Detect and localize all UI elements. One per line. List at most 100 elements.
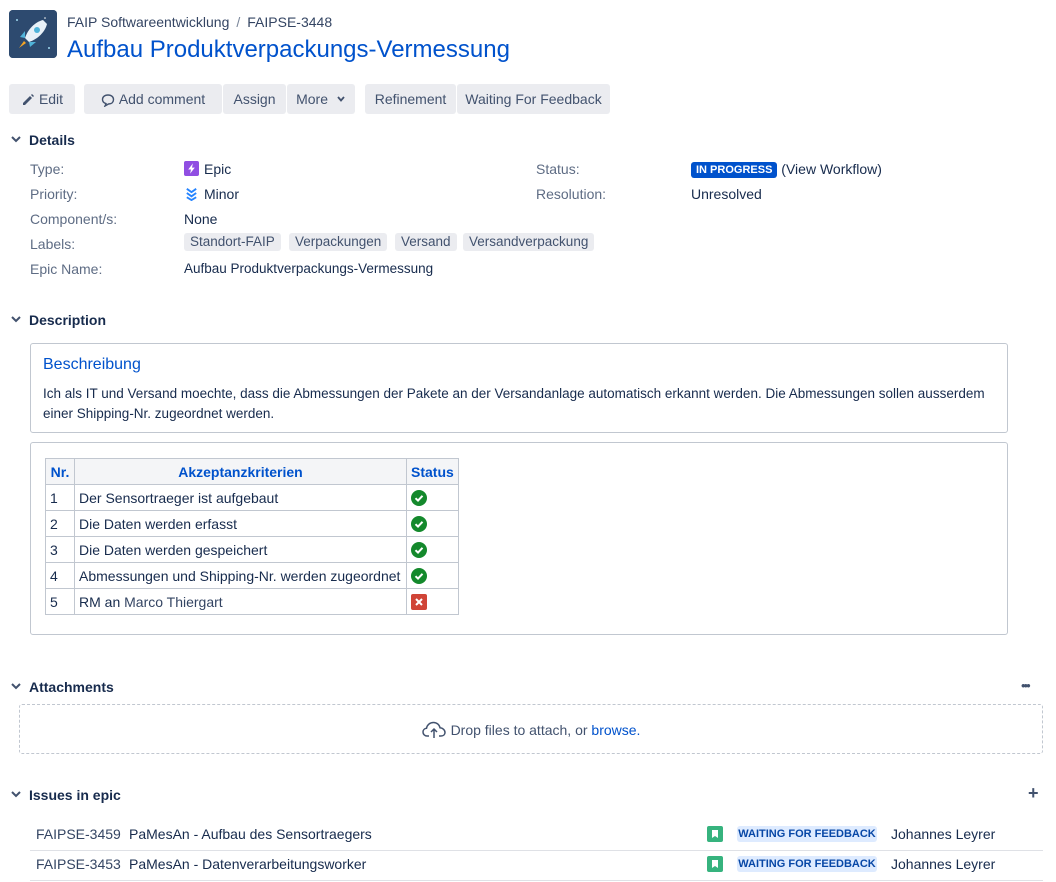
attachments-heading: Attachments [29, 679, 114, 695]
breadcrumb-issue-key[interactable]: FAIPSE-3448 [247, 14, 332, 30]
row-criterion: Abmessungen und Shipping-Nr. werden zuge… [74, 562, 407, 589]
breadcrumb: FAIP Softwareentwicklung / FAIPSE-3448 [67, 14, 332, 30]
status-label: Status: [536, 161, 580, 177]
component-label: Component/s: [30, 211, 118, 227]
resolution-label: Resolution: [536, 186, 607, 202]
description-heading: Description [29, 312, 107, 328]
list-item[interactable]: FAIPSE-3459 PaMesAn - Aufbau des Sensort… [30, 820, 1043, 851]
edit-label: Edit [38, 91, 64, 107]
priority-text: Minor [204, 186, 240, 202]
breadcrumb-separator: / [236, 14, 241, 30]
more-button[interactable]: More [287, 84, 355, 114]
issues-in-epic-section-toggle[interactable]: Issues in epic [10, 787, 121, 803]
assignee: Johannes Leyrer [891, 826, 996, 842]
dropzone-text: Drop files to attach, or browse. [20, 721, 1042, 739]
status-badge: WAITING FOR FEEDBACK [737, 856, 877, 872]
labels-label: Labels: [30, 236, 76, 252]
pencil-icon [22, 94, 34, 105]
column-header: Status [406, 458, 459, 485]
chevron-down-icon [11, 316, 21, 323]
row-criterion: Der Sensortraeger ist aufgebaut [74, 484, 407, 511]
epic-name-value: Aufbau Produktverpackungs-Vermessung [184, 261, 434, 276]
table-header-row: Nr. Akzeptanzkriterien Status [45, 458, 459, 485]
label-tag[interactable]: Versand [395, 233, 457, 251]
status-badge: WAITING FOR FEEDBACK [737, 826, 877, 842]
type-value: Epic [184, 161, 231, 177]
issue-summary[interactable]: PaMesAn - Datenverarbeitungsworker [129, 856, 366, 872]
status-value: IN PROGRESS (View Workflow) [691, 161, 882, 178]
edit-button[interactable]: Edit [9, 84, 75, 114]
criterion-text: RM an [79, 593, 125, 610]
type-text: Epic [204, 161, 232, 177]
refinement-button[interactable]: Refinement [365, 84, 456, 114]
check-icon [411, 490, 427, 507]
row-number: 2 [45, 510, 75, 537]
assign-button[interactable]: Assign [223, 84, 286, 114]
row-criterion: Die Daten werden gespeichert [74, 536, 407, 563]
user-mention-link[interactable]: Marco Thiergart [124, 594, 223, 610]
table-row: 1 Der Sensortraeger ist aufgebaut [45, 484, 459, 511]
column-header: Nr. [45, 458, 75, 485]
table-row: 4 Abmessungen und Shipping-Nr. werden zu… [45, 562, 459, 589]
add-comment-label: Add comment [118, 91, 206, 107]
issue-key-link[interactable]: FAIPSE-3453 [36, 856, 121, 872]
table-row: 3 Die Daten werden gespeichert [45, 536, 459, 563]
table-row: 2 Die Daten werden erfasst [45, 510, 459, 537]
waiting-for-feedback-button[interactable]: Waiting For Feedback [457, 84, 610, 114]
add-issue-plus-icon[interactable]: + [1028, 783, 1039, 804]
epic-name-label: Epic Name: [30, 261, 103, 277]
row-number: 4 [45, 562, 75, 589]
chevron-down-icon [11, 791, 21, 798]
description-section-toggle[interactable]: Description [10, 312, 106, 328]
panel-title: Beschreibung [43, 356, 141, 373]
assignee: Johannes Leyrer [891, 856, 996, 872]
description-panel: Beschreibung Ich als IT und Versand moec… [30, 343, 1008, 433]
issues-in-epic-heading: Issues in epic [29, 787, 121, 803]
details-heading: Details [29, 132, 75, 148]
cloud-upload-icon [421, 721, 446, 738]
issue-summary[interactable]: PaMesAn - Aufbau des Sensortraegers [129, 826, 372, 842]
priority-value: Minor [184, 186, 239, 202]
attachments-section-toggle[interactable]: Attachments [10, 679, 114, 695]
story-icon [707, 826, 723, 842]
attachments-more-icon[interactable]: ••• [1021, 678, 1031, 693]
details-section-toggle[interactable]: Details [10, 132, 75, 148]
chevron-down-icon [337, 96, 345, 102]
chevron-down-icon [11, 136, 21, 143]
cross-icon [411, 594, 427, 611]
check-icon [411, 568, 427, 585]
project-avatar-rocket-icon[interactable] [9, 10, 57, 58]
acceptance-criteria-table: Nr. Akzeptanzkriterien Status 1 Der Sens… [45, 458, 459, 615]
criteria-panel: Nr. Akzeptanzkriterien Status 1 Der Sens… [30, 442, 1008, 635]
label-tag[interactable]: Verpackungen [289, 233, 388, 251]
list-item[interactable]: FAIPSE-3453 PaMesAn - Datenverarbeitungs… [30, 850, 1043, 881]
label-tag[interactable]: Versandverpackung [463, 233, 595, 251]
row-number: 1 [45, 484, 75, 511]
browse-link[interactable]: browse. [591, 722, 640, 738]
breadcrumb-project[interactable]: FAIP Softwareentwicklung [67, 14, 229, 30]
check-icon [411, 516, 427, 533]
label-tag[interactable]: Standort-FAIP [184, 233, 281, 251]
issue-key-link[interactable]: FAIPSE-3459 [36, 826, 121, 842]
epic-icon [184, 161, 199, 176]
row-criterion: Die Daten werden erfasst [74, 510, 407, 537]
add-comment-button[interactable]: Add comment [84, 84, 222, 114]
page-title: Aufbau Produktverpackungs-Vermessung [67, 36, 510, 63]
type-label: Type: [30, 161, 65, 177]
description-text: Ich als IT und Versand moechte, dass die… [43, 386, 985, 421]
table-row: 5 RM an Marco Thiergart [45, 588, 459, 615]
more-label: More [296, 91, 328, 107]
attachment-dropzone[interactable]: Drop files to attach, or browse. [19, 704, 1043, 754]
row-criterion: RM an Marco Thiergart [74, 588, 407, 615]
row-number: 5 [45, 588, 75, 615]
row-status [406, 536, 459, 563]
column-header: Akzeptanzkriterien [74, 458, 407, 485]
row-status [406, 510, 459, 537]
view-workflow-link[interactable]: (View Workflow) [781, 161, 882, 177]
row-status [406, 484, 459, 511]
resolution-value: Unresolved [691, 186, 762, 202]
row-number: 3 [45, 536, 75, 563]
comment-icon [101, 94, 115, 108]
status-badge: IN PROGRESS [691, 162, 778, 178]
priority-minor-icon [186, 188, 197, 202]
